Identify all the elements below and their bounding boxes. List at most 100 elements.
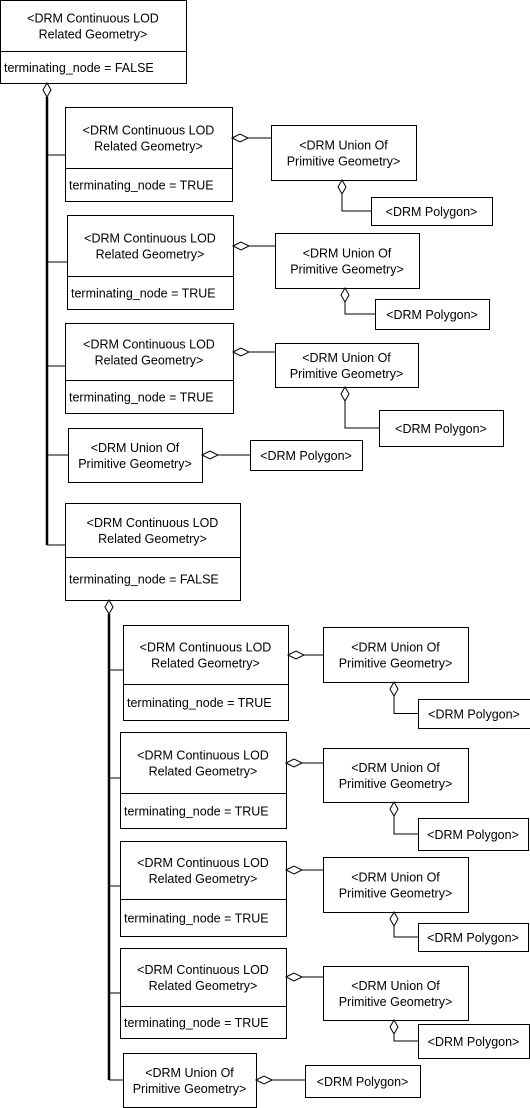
class-attribute: terminating_node = TRUE	[71, 287, 216, 301]
aggregation-diamond	[337, 178, 347, 196]
class-box	[323, 966, 469, 1021]
polygon-class: <DRM Polygon>	[371, 197, 493, 226]
aggregation-diamond	[200, 450, 220, 460]
aggregation-diamond	[389, 800, 399, 818]
class-box	[123, 1053, 257, 1108]
class-name-line: <DRM Union Of	[351, 641, 440, 655]
class-name-line: Related Geometry>	[149, 979, 258, 993]
aggregation-link	[393, 1034, 418, 1042]
class-name-line: <DRM Union Of	[303, 247, 392, 261]
class-name-line: Related Geometry>	[39, 28, 148, 42]
class-name-line: <DRM Union Of	[351, 761, 440, 775]
class-name-line: <DRM Union Of	[351, 979, 440, 993]
polygon-class: <DRM Polygon>	[250, 440, 363, 471]
class-name-line: Primitive Geometry>	[290, 367, 404, 381]
class-name-line: <DRM Continuous LOD	[27, 12, 159, 26]
class-name-line: <DRM Union Of	[299, 139, 388, 153]
class-attribute: terminating_node = FALSE	[69, 573, 219, 587]
lod-related-geometry-class: <DRM Continuous LOD Related Geometry> term…	[120, 732, 287, 829]
class-name-line: <DRM Continuous LOD	[137, 856, 269, 870]
aggregation-diamond	[284, 972, 304, 982]
aggregation-diamond	[389, 910, 399, 928]
class-box	[271, 125, 417, 181]
lod-related-geometry-class: <DRM Continuous LOD Related Geometry> term…	[0, 0, 187, 84]
class-box	[275, 233, 420, 289]
class-name: <DRM Polygon>	[428, 1035, 520, 1049]
aggregation-link	[393, 696, 418, 714]
aggregation-diamond	[340, 385, 350, 403]
class-attribute: terminating_node = TRUE	[124, 912, 269, 926]
class-name-line: Primitive Geometry>	[78, 457, 192, 471]
class-attribute: terminating_node = TRUE	[124, 1016, 269, 1030]
union-of-primitive-geometry-class: <DRM Union Of Primitive Geometry>	[123, 1053, 257, 1108]
lod-related-geometry-class: <DRM Continuous LOD Related Geometry> term…	[120, 841, 287, 937]
class-name: <DRM Polygon>	[428, 708, 520, 722]
class-name-line: Related Geometry>	[98, 532, 207, 546]
aggregation-link	[344, 401, 379, 429]
polygon-class: <DRM Polygon>	[418, 699, 530, 729]
aggregation-diamond	[340, 286, 350, 304]
lod-related-geometry-class: <DRM Continuous LOD Related Geometry> term…	[65, 323, 234, 414]
class-name-line: <DRM Union Of	[351, 871, 440, 885]
class-name-line: Related Geometry>	[151, 657, 260, 671]
union-of-primitive-geometry-class: <DRM Union Of Primitive Geometry>	[323, 748, 469, 803]
class-attribute: terminating_node = TRUE	[124, 805, 269, 819]
polygon-class: <DRM Polygon>	[375, 299, 490, 330]
lod-related-geometry-class: <DRM Continuous LOD Related Geometry> term…	[67, 215, 234, 310]
union-of-primitive-geometry-class: <DRM Union Of Primitive Geometry>	[275, 343, 419, 388]
aggregation-link	[344, 302, 375, 315]
class-name-line: Related Geometry>	[95, 354, 204, 368]
class-name-line: Related Geometry>	[149, 872, 258, 886]
class-name-line: <DRM Continuous LOD	[84, 232, 216, 246]
class-name-line: Related Geometry>	[96, 248, 205, 262]
class-box	[68, 428, 203, 483]
class-name-line: Primitive Geometry>	[133, 1082, 247, 1096]
class-name-line: Primitive Geometry>	[287, 155, 401, 169]
aggregation-link	[341, 194, 371, 212]
aggregation-link	[393, 926, 418, 938]
union-of-primitive-geometry-class: <DRM Union Of Primitive Geometry>	[68, 428, 203, 483]
class-name: <DRM Polygon>	[395, 422, 487, 436]
class-name-line: <DRM Union Of	[302, 351, 391, 365]
uml-diagram: <DRM Continuous LOD Related Geometry> term…	[0, 0, 530, 1108]
class-name: <DRM Polygon>	[260, 449, 352, 463]
class-name-line: <DRM Union Of	[145, 1066, 234, 1080]
aggregation-diamond	[254, 1075, 274, 1085]
union-of-primitive-geometry-class: <DRM Union Of Primitive Geometry>	[323, 857, 469, 913]
aggregation-diamond	[104, 598, 114, 616]
aggregation-diamond	[42, 81, 52, 99]
polygon-class: <DRM Polygon>	[379, 410, 504, 447]
class-name-line: Primitive Geometry>	[339, 657, 453, 671]
class-box	[323, 857, 469, 913]
lod-related-geometry-class: <DRM Continuous LOD Related Geometry> term…	[65, 107, 233, 202]
polygon-class: <DRM Polygon>	[418, 923, 529, 952]
aggregation-diamond	[231, 347, 251, 357]
class-name-line: Related Geometry>	[94, 140, 203, 154]
class-name-line: Primitive Geometry>	[290, 263, 404, 277]
class-name-line: <DRM Continuous LOD	[87, 516, 219, 530]
class-attribute: terminating_node = TRUE	[127, 696, 272, 710]
lod-related-geometry-class: <DRM Continuous LOD Related Geometry> term…	[120, 948, 287, 1039]
aggregation-diamond	[230, 133, 250, 143]
aggregation-link	[393, 816, 418, 835]
lod-related-geometry-class: <DRM Continuous LOD Related Geometry> term…	[65, 503, 241, 601]
class-attribute: terminating_node = TRUE	[69, 391, 214, 405]
class-name: <DRM Polygon>	[427, 828, 519, 842]
polygon-class: <DRM Polygon>	[305, 1065, 421, 1098]
aggregation-diamond	[389, 1018, 399, 1036]
class-box	[323, 748, 469, 803]
polygon-class: <DRM Polygon>	[418, 818, 529, 851]
class-name-line: <DRM Continuous LOD	[137, 749, 269, 763]
union-of-primitive-geometry-class: <DRM Union Of Primitive Geometry>	[275, 233, 420, 289]
class-name-line: Related Geometry>	[149, 765, 258, 779]
class-name-line: <DRM Continuous LOD	[137, 963, 269, 977]
class-box	[323, 627, 469, 683]
class-name-line: <DRM Continuous LOD	[83, 338, 215, 352]
class-name-line: <DRM Continuous LOD	[83, 124, 215, 138]
aggregation-diamond	[231, 241, 251, 251]
union-of-primitive-geometry-class: <DRM Union Of Primitive Geometry>	[271, 125, 417, 181]
class-attribute: terminating_node = FALSE	[4, 61, 154, 75]
class-name-line: <DRM Union Of	[91, 441, 180, 455]
class-name-line: <DRM Continuous LOD	[140, 641, 272, 655]
class-name-line: Primitive Geometry>	[339, 995, 453, 1009]
